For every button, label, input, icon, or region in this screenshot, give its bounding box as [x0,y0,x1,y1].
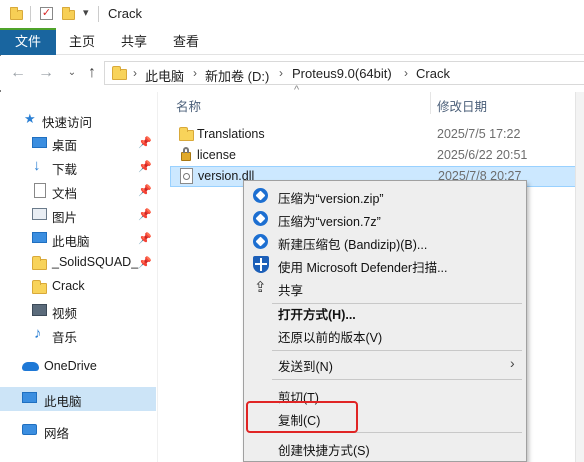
recent-locations-chevron-icon[interactable]: ⌄ [62,63,82,83]
breadcrumb-crack[interactable]: Crack [416,66,450,81]
sidebar-item-documents[interactable]: 文档 📌 [0,179,156,203]
tab-share[interactable]: 共享 [114,28,154,55]
sidebar-item-this-pc-pinned[interactable]: 此电脑 📌 [0,227,156,251]
title-divider [98,6,99,22]
sidebar-item-this-pc[interactable]: 此电脑 [0,387,156,411]
breadcrumb-proteus[interactable]: Proteus9.0(64bit) [292,66,392,81]
sidebar-item-desktop[interactable]: 桌面 📌 [0,131,156,155]
document-icon [34,183,46,198]
network-icon [22,424,37,435]
menu-item-restore-previous-versions[interactable]: 还原以前的版本(V) [244,324,526,346]
title-bar: ✓ ▾ Crack [0,0,584,28]
sidebar-item-pictures[interactable]: 图片 📌 [0,203,156,227]
sidebar-item-onedrive[interactable]: OneDrive [0,355,156,379]
ribbon: 文件 主页 共享 查看 [0,28,584,55]
menu-item-defender-scan[interactable]: 使用 Microsoft Defender扫描... [244,254,526,276]
column-header-name[interactable]: 名称 [176,96,201,115]
column-header-date[interactable]: 修改日期 [437,96,487,115]
sidebar-item-music[interactable]: ♪ 音乐 [0,323,156,347]
up-arrow-icon[interactable]: ↑ [82,63,102,83]
cloud-icon [22,362,39,371]
column-divider[interactable] [430,92,431,114]
menu-item-create-shortcut[interactable]: 创建快捷方式(S) [244,437,526,459]
toolbar-divider [30,6,31,22]
tab-home[interactable]: 主页 [62,28,102,55]
lock-shackle-icon [183,147,189,153]
folder-icon [32,256,47,270]
address-bar[interactable]: › 此电脑 › 新加卷 (D:) › Proteus9.0(64bit) › C… [104,61,584,85]
file-row-license[interactable]: license 2025/6/22 20:51 [170,145,580,166]
breadcrumb-drive-d[interactable]: 新加卷 (D:) [205,66,269,85]
address-folder-icon [112,66,127,80]
computer-icon [22,392,37,403]
properties-check-icon[interactable]: ✓ [40,7,53,20]
share-icon: ⇪ [254,279,267,296]
new-folder-icon[interactable] [62,7,75,20]
sidebar-item-crack[interactable]: Crack [0,275,156,299]
sidebar-item-quick-access[interactable]: ★ 快速访问 [0,108,156,132]
pin-icon[interactable]: 📌 [138,160,152,173]
menu-item-compress-7z[interactable]: 压缩为“version.7z” [244,208,526,230]
tab-view[interactable]: 查看 [166,28,206,55]
tab-file[interactable]: 文件 [0,28,56,55]
pane-splitter[interactable] [157,92,158,462]
folder-icon [179,127,194,141]
bandizip-icon [253,234,268,249]
menu-separator [272,350,522,351]
sort-ascending-icon: ^ [294,84,300,96]
breadcrumb-separator-icon[interactable]: › [404,66,408,80]
folder-icon [32,280,47,294]
pin-icon[interactable]: 📌 [138,184,152,197]
sidebar-item-videos[interactable]: 视频 [0,299,156,323]
pin-icon[interactable]: 📌 [138,136,152,149]
forward-arrow-icon[interactable]: → [36,63,56,83]
vertical-scrollbar[interactable] [575,92,584,462]
video-icon [32,304,47,316]
gear-icon [183,173,190,180]
breadcrumb-separator-icon[interactable]: › [193,66,197,80]
menu-item-new-archive-bandizip[interactable]: 新建压缩包 (Bandizip)(B)... [244,231,526,253]
sidebar-item-downloads[interactable]: ↓ 下载 📌 [0,155,156,179]
file-row-translations[interactable]: Translations 2025/7/5 17:22 [170,124,580,145]
computer-icon [32,232,47,243]
folder-icon[interactable] [10,7,23,20]
lock-icon [181,152,191,161]
customize-toolbar-dropdown[interactable]: ▾ [83,6,89,19]
pin-icon[interactable]: 📌 [138,256,152,269]
download-arrow-icon: ↓ [33,157,41,174]
desktop-icon [32,137,47,148]
menu-item-compress-zip[interactable]: 压缩为“version.zip” [244,185,526,207]
submenu-chevron-right-icon: › [510,355,515,371]
bandizip-icon [253,211,268,226]
star-icon: ★ [24,111,36,126]
pin-icon[interactable]: 📌 [138,232,152,245]
music-note-icon: ♪ [34,325,42,342]
pin-icon[interactable]: 📌 [138,208,152,221]
sidebar-item-network[interactable]: 网络 [0,419,156,443]
navigation-pane: ★ 快速访问 桌面 📌 ↓ 下载 📌 文档 📌 图片 📌 此电脑 📌 _Soli… [0,92,158,462]
bandizip-icon [253,188,268,203]
breadcrumb-this-pc[interactable]: 此电脑 [145,66,184,85]
pictures-icon [32,208,47,220]
back-arrow-icon[interactable]: ← [8,63,28,83]
menu-item-share[interactable]: ⇪ 共享 [244,277,526,299]
menu-item-send-to[interactable]: 发送到(N) › [244,353,526,375]
breadcrumb-separator-icon[interactable]: › [279,66,283,80]
sidebar-item-solidsquad[interactable]: _SolidSQUAD_ 📌 [0,251,156,275]
window-title: Crack [108,6,142,21]
menu-item-open-with[interactable]: 打开方式(H)... [244,301,526,323]
menu-separator [272,379,522,380]
shield-cross-horizontal [255,263,267,265]
breadcrumb-separator-icon[interactable]: › [133,66,137,80]
copy-highlight-box [246,401,358,433]
